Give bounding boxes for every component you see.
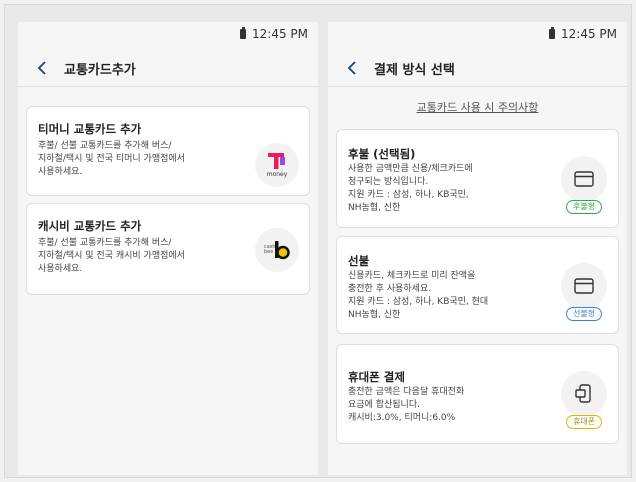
left-screen: 12:45 PM 교통카드추가 티머니 교통카드 추가 후불/ 선불 교통카드를…	[18, 22, 318, 475]
card-title: 티머니 교통카드 추가	[38, 122, 142, 136]
desc-line: 지하철/택시 및 전국 캐시비 가맹점에서	[38, 251, 185, 261]
desc-line: 요금에 합산됩니다.	[348, 400, 420, 410]
app-header: 결제 방식 선택	[328, 50, 627, 86]
desc-line: 지하철/택시 및 전국 티머니 가맹점에서	[38, 154, 185, 164]
card-description: 후불/ 선불 교통카드를 추가해 버스/ 지하철/택시 및 전국 티머니 가맹점…	[38, 140, 185, 179]
cashbee-add-card[interactable]: 캐시비 교통카드 추가 후불/ 선불 교통카드를 추가해 버스/ 지하철/택시 …	[26, 203, 310, 295]
phone-card-icon	[575, 384, 591, 403]
option-description: 사용한 금액만큼 신용/체크카드에 청구되는 방식입니다. 지원 카드 : 삼성…	[348, 163, 473, 215]
credit-card-icon	[574, 278, 594, 294]
usage-notice-link[interactable]: 교통카드 사용 시 주의사항	[328, 99, 627, 115]
desc-line: NH농협, 신한	[348, 203, 401, 213]
desc-line: 사용하세요.	[38, 167, 83, 177]
cashbee-logo: cash bee	[255, 228, 299, 272]
desc-line: 청구되는 방식입니다.	[348, 177, 429, 187]
desc-line: 충전한 금액은 다음달 휴대전화	[348, 387, 465, 397]
phone-payment-option-card[interactable]: 휴대폰 결제 충전한 금액은 다음달 휴대전화 요금에 합산됩니다. 캐시비:3…	[336, 344, 619, 444]
right-screen: 12:45 PM 결제 방식 선택 교통카드 사용 시 주의사항 후불 (선택됨…	[328, 22, 627, 475]
desc-line: NH농협, 신한	[348, 310, 401, 320]
desc-line: 사용한 금액만큼 신용/체크카드에	[348, 164, 473, 174]
logo-text: cash bee	[264, 244, 276, 255]
screenshot-frame: 12:45 PM 교통카드추가 티머니 교통카드 추가 후불/ 선불 교통카드를…	[4, 4, 632, 478]
back-arrow-icon[interactable]	[28, 54, 56, 82]
desc-line: 지원 카드 : 삼성, 하나, KB국민, 현대	[348, 297, 489, 307]
option-description: 충전한 금액은 다음달 휴대전화 요금에 합산됩니다. 캐시비:3.0%, 티머…	[348, 386, 464, 425]
prepaid-option-card[interactable]: 선불 신용카드, 체크카드로 미리 잔액을 충전한 후 사용하세요. 지원 카드…	[336, 236, 619, 334]
card-icon-circle	[561, 156, 607, 202]
option-title: 후불 (선택됨)	[348, 147, 416, 161]
desc-line: 충전한 후 사용하세요.	[348, 284, 432, 294]
postpaid-badge: 후불형	[566, 200, 603, 214]
logo-text: money	[266, 171, 288, 178]
phone-payment-badge: 휴대폰	[566, 415, 603, 429]
tmoney-add-card[interactable]: 티머니 교통카드 추가 후불/ 선불 교통카드를 추가해 버스/ 지하철/택시 …	[26, 106, 310, 196]
battery-icon	[240, 27, 246, 39]
card-title: 캐시비 교통카드 추가	[38, 219, 142, 233]
back-arrow-icon[interactable]	[338, 54, 366, 82]
tmoney-logo: money	[255, 143, 299, 187]
card-description: 후불/ 선불 교통카드를 추가해 버스/ 지하철/택시 및 전국 캐시비 가맹점…	[38, 237, 185, 276]
page-title: 교통카드추가	[64, 62, 136, 78]
status-time: 12:45 PM	[252, 27, 308, 41]
status-bar: 12:45 PM	[328, 22, 627, 44]
desc-line: 지원 카드 : 삼성, 하나, KB국민,	[348, 190, 469, 200]
desc-line: 사용하세요.	[38, 264, 83, 274]
desc-line: 캐시비:3.0%, 티머니:6.0%	[348, 413, 456, 423]
desc-line: 후불/ 선불 교통카드를 추가해 버스/	[38, 238, 172, 248]
battery-icon	[549, 27, 555, 39]
desc-line: 후불/ 선불 교통카드를 추가해 버스/	[38, 141, 172, 151]
status-bar: 12:45 PM	[18, 22, 318, 44]
header-divider	[18, 86, 318, 87]
app-header: 교통카드추가	[18, 50, 318, 86]
header-divider	[328, 86, 627, 87]
option-title: 휴대폰 결제	[348, 370, 405, 384]
prepaid-badge: 선불형	[566, 307, 603, 321]
card-icon-circle	[561, 263, 607, 309]
option-title: 선불	[348, 254, 370, 268]
page-title: 결제 방식 선택	[374, 62, 455, 78]
postpaid-option-card[interactable]: 후불 (선택됨) 사용한 금액만큼 신용/체크카드에 청구되는 방식입니다. 지…	[336, 129, 619, 228]
status-time: 12:45 PM	[561, 27, 617, 41]
phone-icon-circle	[561, 371, 607, 417]
desc-line: 신용카드, 체크카드로 미리 잔액을	[348, 271, 476, 281]
option-description: 신용카드, 체크카드로 미리 잔액을 충전한 후 사용하세요. 지원 카드 : …	[348, 270, 488, 322]
credit-card-icon	[574, 171, 594, 187]
